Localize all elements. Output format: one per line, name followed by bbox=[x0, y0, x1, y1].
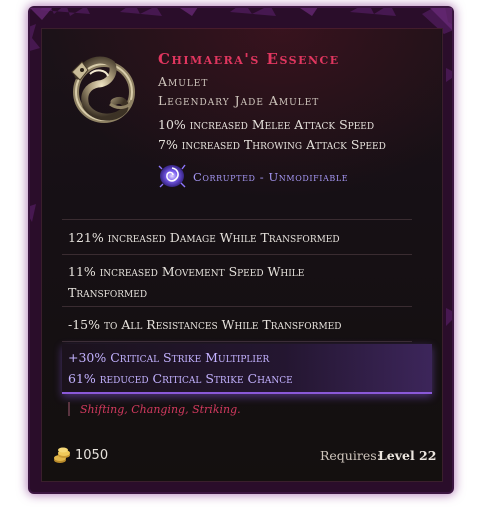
divider bbox=[62, 219, 412, 220]
crit-affix-line: 61% reduced Critical Strike Chance bbox=[68, 371, 293, 386]
divider bbox=[62, 254, 412, 255]
affix-line: -15% to All Resistances While Transforme… bbox=[68, 317, 342, 332]
item-base: Legendary Jade Amulet bbox=[158, 93, 320, 108]
requires-label: Requires: bbox=[320, 448, 381, 463]
crit-affix-line: +30% Critical Strike Multiplier bbox=[68, 350, 270, 365]
affix-line: 121% increased Damage While Transformed bbox=[68, 230, 340, 245]
divider bbox=[62, 306, 412, 307]
flavor-text: Shifting, Changing, Striking. bbox=[80, 403, 241, 416]
corrupted-label: Corrupted - Unmodifiable bbox=[193, 170, 349, 184]
jade-amulet-icon bbox=[71, 56, 135, 123]
item-name: Chimaera's Essence bbox=[158, 50, 340, 68]
corruption-swirl-icon bbox=[158, 164, 186, 188]
divider bbox=[62, 341, 412, 342]
requires-level: Level 22 bbox=[378, 448, 437, 463]
implicit-line: 7% increased Throwing Attack Speed bbox=[158, 137, 386, 152]
item-type: Amulet bbox=[158, 74, 209, 89]
affix-line: Transformed bbox=[68, 285, 148, 300]
affix-line: 11% increased Movement Speed While bbox=[68, 264, 305, 279]
gold-value: 1050 bbox=[75, 448, 109, 463]
flavor-marker bbox=[68, 402, 70, 416]
gold-coins-icon bbox=[54, 447, 70, 463]
implicit-line: 10% increased Melee Attack Speed bbox=[158, 117, 375, 132]
